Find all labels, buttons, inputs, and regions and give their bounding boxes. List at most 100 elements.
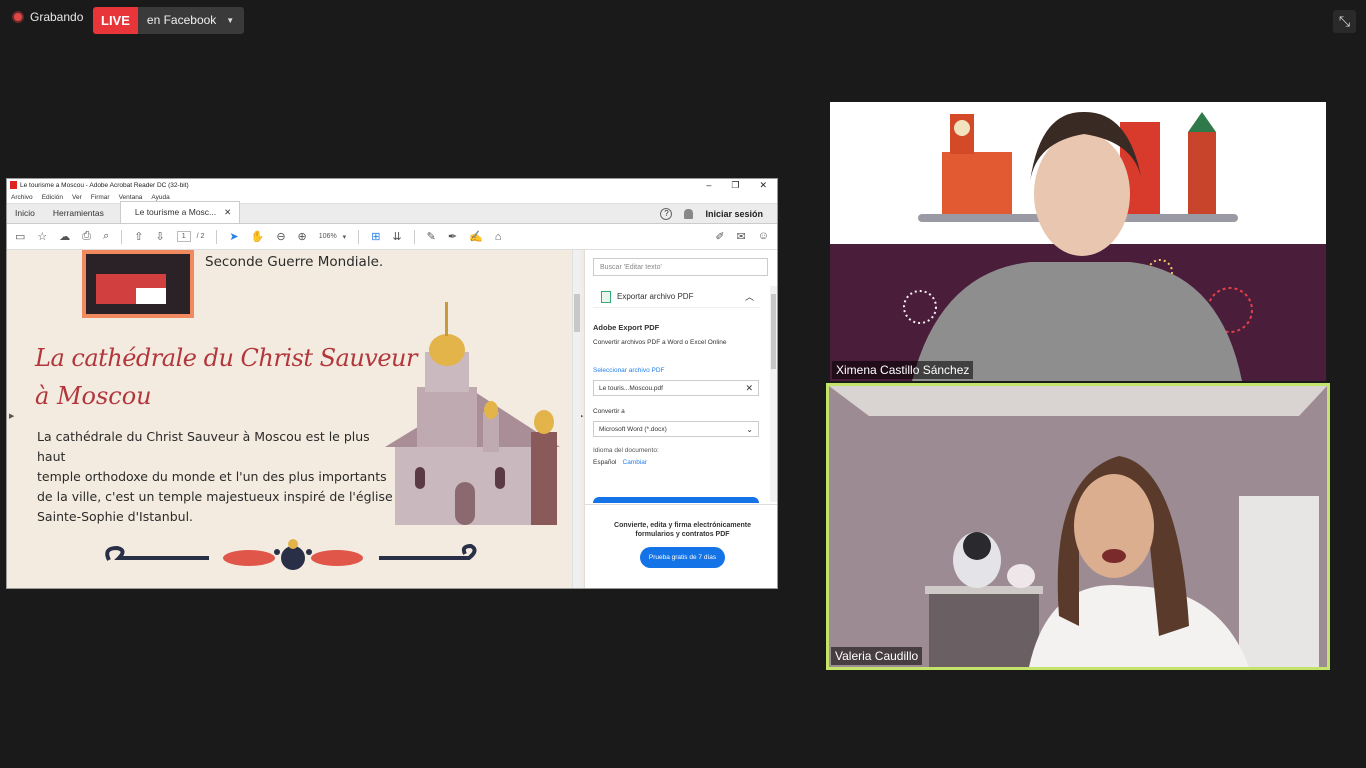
collapse-left-icon[interactable]: ▶ bbox=[9, 412, 14, 420]
zoom-dropdown[interactable]: 106% ▾ bbox=[319, 233, 346, 241]
tab-bar: Inicio Herramientas Le tourisme a Mosc..… bbox=[7, 201, 777, 224]
participant-video-feed bbox=[830, 102, 1326, 381]
help-icon[interactable]: ? bbox=[660, 208, 673, 220]
tab-tools[interactable]: Herramientas bbox=[45, 208, 114, 223]
side-panel-scrollbar[interactable] bbox=[770, 286, 777, 502]
toolbar-divider bbox=[358, 229, 360, 244]
paragraph-line: temple orthodoxe du monde et l'un des pl… bbox=[37, 469, 387, 484]
highlight-pen-icon[interactable]: ✒ bbox=[448, 230, 457, 243]
export-description: Convertir archivos PDF a Word o Excel On… bbox=[593, 339, 727, 346]
hand-tool-icon[interactable]: ✋ bbox=[251, 230, 265, 243]
participant-name: Ximena Castillo Sánchez bbox=[832, 361, 974, 379]
live-stream-control[interactable]: LIVE en Facebook ▼ bbox=[93, 7, 245, 34]
document-language-value: Español bbox=[593, 459, 617, 466]
close-window-button[interactable]: ✕ bbox=[759, 180, 767, 191]
sign-in-button[interactable]: Iniciar sesión bbox=[705, 209, 763, 219]
recording-label: Grabando bbox=[30, 10, 84, 24]
email-icon[interactable]: ✉ bbox=[737, 230, 746, 243]
menu-ayuda[interactable]: Ayuda bbox=[151, 194, 169, 201]
notification-bell-icon[interactable] bbox=[684, 209, 694, 219]
toolbar: ▭ ☆ ☁ ⎙ ⌕ ⇧ ⇩ 1 / 2 ➤ ✋ ⊖ ⊕ 106% ▾ ⊞ ⇊ ✎… bbox=[7, 224, 777, 250]
clear-file-icon[interactable]: ✕ bbox=[745, 384, 753, 393]
live-badge: LIVE bbox=[93, 7, 138, 34]
promo-text: Convierte, edita y firma electrónicament… bbox=[614, 522, 751, 538]
exit-fullscreen-icon: ⤡ bbox=[1338, 13, 1351, 29]
comment-icon[interactable]: ✎ bbox=[427, 230, 436, 243]
zoom-search-icon[interactable]: ⌕ bbox=[103, 230, 109, 243]
tab-document[interactable]: Le tourisme a Mosc... ✕ bbox=[119, 201, 241, 223]
tool-search-input[interactable]: Buscar 'Editar texto' bbox=[593, 258, 768, 276]
export-title: Adobe Export PDF bbox=[593, 323, 660, 332]
page-total: / 2 bbox=[196, 233, 205, 240]
change-language-link[interactable]: Cambiar bbox=[623, 459, 648, 466]
restore-button[interactable]: ❐ bbox=[731, 180, 739, 191]
convert-format-select[interactable]: Microsoft Word (*.docx) ⌄ bbox=[593, 421, 759, 437]
upload-cloud-icon[interactable]: ☁ bbox=[59, 230, 70, 243]
select-cursor-icon[interactable]: ➤ bbox=[229, 230, 238, 243]
tools-side-panel: Buscar 'Editar texto' Exportar archivo P… bbox=[584, 250, 777, 588]
print-icon[interactable]: ⎙ bbox=[82, 230, 91, 243]
tab-home[interactable]: Inicio bbox=[7, 208, 45, 223]
paragraph-line: de la ville, c'est un temple majestueux … bbox=[37, 489, 393, 504]
document-language-label: Idioma del documento: bbox=[593, 447, 659, 454]
document-paragraph: La cathédrale du Christ Sauveur à Moscou… bbox=[37, 427, 397, 527]
document-text-line: Seconde Guerre Mondiale. bbox=[205, 254, 384, 270]
export-pdf-icon bbox=[601, 290, 611, 303]
page-down-icon[interactable]: ⇩ bbox=[155, 230, 164, 243]
minimize-button[interactable]: – bbox=[706, 180, 711, 191]
document-heading: à Moscou bbox=[35, 382, 152, 410]
stamp-icon[interactable]: ⌂ bbox=[495, 231, 502, 243]
convert-format-value: Microsoft Word (*.docx) bbox=[599, 426, 667, 433]
live-target-label: en Facebook bbox=[146, 13, 217, 27]
acrobat-body: Seconde Guerre Mondiale. La cathédrale d… bbox=[7, 250, 777, 588]
menu-ventana[interactable]: Ventana bbox=[119, 194, 143, 201]
bookmark-star-icon[interactable]: ☆ bbox=[37, 230, 47, 243]
toolbar-divider bbox=[121, 229, 123, 244]
folk-ornament-divider bbox=[105, 539, 477, 570]
fit-page-icon[interactable]: ⊞ bbox=[371, 230, 380, 243]
page-indicator: 1 / 2 bbox=[176, 231, 205, 242]
close-tab-icon[interactable]: ✕ bbox=[224, 207, 231, 218]
chevron-down-icon: ▾ bbox=[342, 233, 347, 241]
exit-fullscreen-button[interactable]: ⤡ bbox=[1333, 10, 1356, 33]
zoom-out-icon[interactable]: ⊖ bbox=[276, 230, 285, 243]
convert-button[interactable] bbox=[593, 497, 759, 503]
menu-firmar[interactable]: Firmar bbox=[91, 194, 110, 201]
select-pdf-link[interactable]: Seleccionar archivo PDF bbox=[593, 367, 665, 374]
scroll-mode-icon[interactable]: ⇊ bbox=[392, 230, 401, 243]
window-titlebar: Le tourisme a Moscou - Adobe Acrobat Rea… bbox=[7, 179, 777, 191]
selected-file-field[interactable]: Le touris...Moscou.pdf ✕ bbox=[593, 380, 759, 396]
page-number-input[interactable]: 1 bbox=[176, 231, 191, 242]
window-title: Le tourisme a Moscou - Adobe Acrobat Rea… bbox=[20, 181, 189, 189]
participant-name: Valeria Caudillo bbox=[831, 647, 923, 665]
free-trial-button[interactable]: Prueba gratis de 7 días bbox=[639, 547, 726, 568]
selected-file-name: Le touris...Moscou.pdf bbox=[599, 385, 663, 392]
export-pdf-section-header[interactable]: Exportar archivo PDF ︿ bbox=[593, 286, 760, 308]
recording-indicator: Grabando bbox=[12, 10, 83, 24]
promo-box: Convierte, edita y firma electrónicament… bbox=[585, 504, 777, 588]
live-target-dropdown[interactable]: en Facebook ▼ bbox=[137, 7, 245, 34]
kremlin-stamp-illustration bbox=[82, 250, 194, 318]
record-icon bbox=[12, 11, 24, 23]
acrobat-logo-icon bbox=[10, 181, 17, 189]
paragraph-line: La cathédrale du Christ Sauveur à Moscou… bbox=[37, 429, 370, 464]
page-up-icon[interactable]: ⇧ bbox=[134, 230, 143, 243]
participant-video-tile[interactable]: Ximena Castillo Sánchez bbox=[830, 102, 1326, 381]
toolbar-divider bbox=[413, 229, 415, 244]
active-speaker-video-tile[interactable]: Valeria Caudillo bbox=[826, 383, 1330, 670]
chevron-up-icon: ︿ bbox=[744, 292, 754, 302]
menu-edicion[interactable]: Edición bbox=[42, 194, 63, 201]
chevron-down-icon: ▼ bbox=[226, 16, 235, 25]
tab-document-label: Le tourisme a Mosc... bbox=[134, 207, 217, 217]
share-user-icon[interactable]: ☺ bbox=[758, 230, 769, 243]
zoom-in-icon[interactable]: ⊕ bbox=[298, 230, 307, 243]
document-view[interactable]: Seconde Guerre Mondiale. La cathédrale d… bbox=[7, 250, 584, 588]
document-scrollbar[interactable] bbox=[572, 250, 581, 588]
fill-sign-icon[interactable]: ✐ bbox=[715, 230, 724, 243]
cathedral-illustration bbox=[385, 302, 560, 525]
chevron-down-icon: ⌄ bbox=[746, 425, 753, 434]
sign-icon[interactable]: ✍ bbox=[469, 230, 483, 243]
menu-ver[interactable]: Ver bbox=[72, 194, 82, 201]
menu-archivo[interactable]: Archivo bbox=[11, 194, 33, 201]
save-icon[interactable]: ▭ bbox=[15, 230, 25, 243]
